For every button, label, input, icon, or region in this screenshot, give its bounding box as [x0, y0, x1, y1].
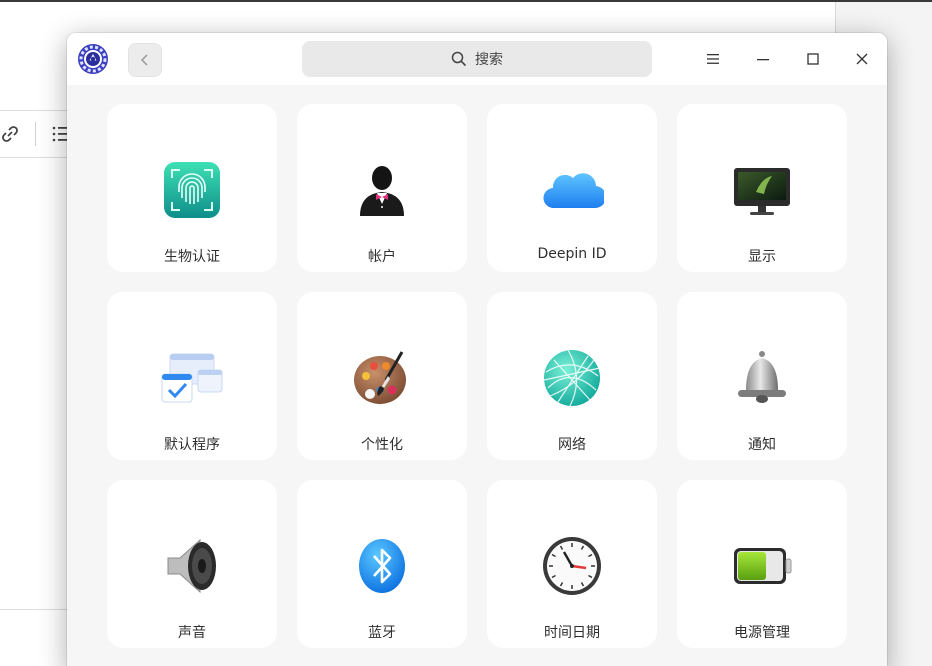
module-label: 蓝牙 — [368, 625, 396, 641]
maximize-icon — [807, 53, 819, 65]
module-tile-bluetooth[interactable]: 蓝牙 — [297, 480, 467, 648]
close-icon — [856, 53, 868, 65]
fingerprint-icon — [164, 162, 220, 218]
module-label: Deepin ID — [537, 246, 607, 262]
background-app-top-border — [0, 0, 932, 2]
module-tile-personalization[interactable]: 个性化 — [297, 292, 467, 460]
settings-gear-icon — [78, 44, 108, 74]
search-icon — [451, 51, 467, 67]
module-tile-network[interactable]: 网络 — [487, 292, 657, 460]
back-button[interactable] — [128, 43, 162, 77]
maximize-button[interactable] — [800, 46, 826, 72]
module-tile-deepin-id[interactable]: Deepin ID — [487, 104, 657, 272]
hamburger-menu-icon — [707, 54, 719, 64]
default-apps-icon — [161, 353, 223, 403]
close-button[interactable] — [849, 46, 875, 72]
module-label: 个性化 — [361, 437, 403, 453]
chevron-left-icon — [140, 54, 148, 66]
module-tile-display[interactable]: 显示 — [677, 104, 847, 272]
user-account-icon — [360, 166, 404, 216]
main-menu-button[interactable] — [700, 46, 726, 72]
speaker-icon — [167, 538, 216, 594]
clock-icon — [543, 537, 601, 595]
module-tile-biometric[interactable]: 生物认证 — [107, 104, 277, 272]
minimize-button[interactable] — [750, 46, 776, 72]
module-tile-notification[interactable]: 通知 — [677, 292, 847, 460]
module-tile-datetime[interactable]: 时间日期 — [487, 480, 657, 648]
module-label: 默认程序 — [164, 437, 220, 453]
minimize-icon — [757, 59, 769, 61]
module-tile-default-apps[interactable]: 默认程序 — [107, 292, 277, 460]
module-label: 生物认证 — [164, 249, 220, 265]
module-label: 声音 — [178, 625, 206, 641]
module-grid: 生物认证 帐户 Deepin ID 显示 默认程序 个性化 网络 通知 声音 蓝… — [107, 104, 847, 648]
bell-icon — [738, 351, 786, 403]
titlebar: 搜索 — [67, 33, 887, 85]
bullet-list-icon[interactable] — [52, 125, 68, 143]
background-toolbar-separator — [35, 122, 36, 146]
module-label: 通知 — [748, 437, 776, 453]
module-label: 网络 — [558, 437, 586, 453]
module-tile-sound[interactable]: 声音 — [107, 480, 277, 648]
monitor-icon — [734, 168, 790, 215]
bluetooth-icon — [359, 539, 405, 593]
module-label: 显示 — [748, 249, 776, 265]
paint-palette-icon — [354, 351, 406, 404]
cloud-icon — [543, 173, 604, 209]
module-label: 电源管理 — [734, 625, 790, 641]
module-label: 帐户 — [368, 249, 396, 265]
module-tile-power[interactable]: 电源管理 — [677, 480, 847, 648]
search-placeholder: 搜索 — [475, 52, 503, 68]
battery-icon — [734, 548, 792, 584]
module-tile-accounts[interactable]: 帐户 — [297, 104, 467, 272]
search-input[interactable]: 搜索 — [302, 41, 652, 77]
control-center-window: 搜索 生物认证 帐户 Deepin ID 显示 默认程序 个性化 网络 通知 声… — [67, 33, 887, 666]
background-app-divider — [0, 609, 68, 610]
network-globe-icon — [543, 349, 601, 407]
link-icon[interactable] — [0, 124, 20, 144]
module-label: 时间日期 — [544, 625, 600, 641]
